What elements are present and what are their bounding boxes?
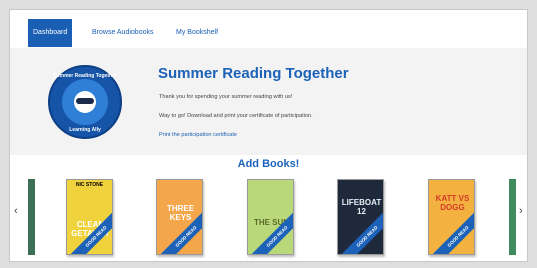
summer-reading-badge: Summer Reading Together Learning Ally <box>48 65 122 139</box>
hero-message-1: Thank you for spending your summer readi… <box>159 94 293 100</box>
page-title: Summer Reading Together <box>158 65 349 82</box>
book-cover[interactable]: KATT VS DOGG GOOD READ <box>428 179 475 255</box>
book-cover[interactable]: NIC STONE CLEAN GETAWAY GOOD READ <box>66 179 113 255</box>
book-author: NIC STONE <box>75 182 104 188</box>
carousel-next-button[interactable]: › <box>519 205 523 217</box>
hero-message-2: Way to go! Download and print your certi… <box>159 113 313 119</box>
tab-browse-audiobooks[interactable]: Browse Audiobooks <box>87 19 158 47</box>
book-title: LIFEBOAT 12 <box>341 198 382 216</box>
sunglasses-icon <box>76 98 94 104</box>
badge-emblem <box>62 79 108 125</box>
book-cover[interactable]: THREE KEYS GOOD READ <box>156 179 203 255</box>
print-certificate-link[interactable]: Print the participation certificate <box>159 132 237 138</box>
book-cover[interactable]: THE SUN GOOD READ <box>247 179 294 255</box>
book-title: KATT VS DOGG <box>435 194 470 212</box>
carousel-prev-button[interactable]: ‹ <box>14 205 18 217</box>
app-frame: Dashboard Browse Audiobooks My Bookshelf… <box>9 9 528 262</box>
top-nav: Dashboard Browse Audiobooks My Bookshelf <box>10 10 527 48</box>
good-read-ribbon: GOOD READ <box>341 211 383 254</box>
book-cover[interactable]: LIFEBOAT 12 GOOD READ <box>337 179 384 255</box>
add-books-heading: Add Books! <box>237 158 300 170</box>
hero-banner: Summer Reading Together Learning Ally Su… <box>10 48 527 155</box>
partial-book-left[interactable] <box>28 179 35 255</box>
tab-my-bookshelf[interactable]: My Bookshelf <box>171 19 223 47</box>
partial-book-right[interactable] <box>509 179 516 255</box>
good-read-ribbon: GOOD READ <box>432 211 474 254</box>
badge-bottom-text: Learning Ally <box>69 127 101 133</box>
tab-dashboard[interactable]: Dashboard <box>28 19 73 47</box>
